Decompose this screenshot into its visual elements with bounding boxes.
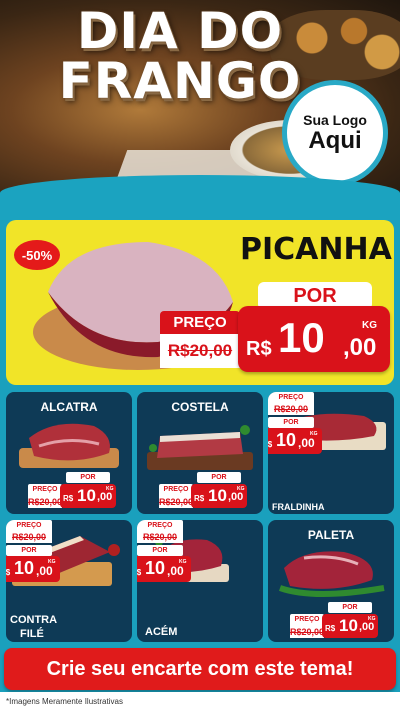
por-label: POR bbox=[328, 602, 372, 613]
price-dec: ,00 bbox=[298, 436, 315, 450]
paleta-image bbox=[279, 551, 385, 597]
price-dec: ,00 bbox=[97, 491, 113, 503]
currency: R$ bbox=[6, 568, 11, 577]
por-label: POR bbox=[6, 545, 52, 556]
logo-placeholder: Sua Logo Aqui bbox=[282, 80, 388, 186]
price-tag: R$ 10 ,00 KG bbox=[322, 614, 378, 638]
featured-preco-label: PREÇO bbox=[160, 311, 240, 335]
product-card-contra-file: PREÇO R$20,00 POR R$ 10 ,00 KG CONTRA FI… bbox=[6, 520, 132, 642]
product-card-alcatra: ALCATRA PREÇO R$20,00 POR R$ 10 ,00 KG bbox=[6, 392, 132, 514]
product-name-line1: CONTRA bbox=[10, 614, 58, 626]
price-int: 10 bbox=[208, 486, 227, 505]
product-card-fraldinha: PREÇO R$20,00 POR R$ 10 ,00 KG FRALDINHA bbox=[268, 392, 394, 514]
unit: KG bbox=[179, 559, 187, 565]
old-price: R$20,00 bbox=[159, 496, 194, 508]
price-int: 10 bbox=[339, 616, 358, 635]
featured-currency: R$ bbox=[246, 338, 272, 360]
por-label: POR bbox=[268, 417, 314, 428]
price-tag: R$ 10 ,00 KG bbox=[60, 484, 116, 508]
price-tag: R$ 10 ,00 KG bbox=[137, 556, 191, 582]
currency: R$ bbox=[63, 494, 74, 503]
product-name: FRALDINHA bbox=[272, 502, 325, 512]
unit: KG bbox=[310, 431, 318, 437]
old-price: R$20,00 bbox=[137, 531, 183, 543]
preco-label: PREÇO bbox=[28, 484, 62, 496]
preco-label: PREÇO bbox=[159, 484, 193, 496]
por-label: POR bbox=[197, 472, 241, 483]
unit: KG bbox=[237, 486, 245, 492]
old-price: R$20,00 bbox=[28, 496, 63, 508]
featured-product-name: PICANHA bbox=[240, 232, 392, 267]
price-int: 10 bbox=[77, 486, 96, 505]
por-label: POR bbox=[66, 472, 110, 483]
old-price: R$20,00 bbox=[6, 531, 52, 543]
preco-label: PREÇO bbox=[137, 520, 183, 531]
price-int: 10 bbox=[276, 430, 297, 450]
price-dec: ,00 bbox=[36, 564, 53, 578]
unit: KG bbox=[48, 559, 56, 565]
product-card-paleta: PALETA PREÇO R$20,00 POR R$ 10 ,00 KG bbox=[268, 520, 394, 642]
preco-label: PREÇO bbox=[6, 520, 52, 531]
price-tag: R$ 10 ,00 KG bbox=[6, 556, 60, 582]
product-name: ALCATRA bbox=[40, 400, 98, 414]
footer: *Imagens Meramente Ilustrativas bbox=[0, 692, 400, 712]
currency: R$ bbox=[194, 494, 205, 503]
currency: R$ bbox=[137, 568, 142, 577]
footer-note: *Imagens Meramente Ilustrativas bbox=[6, 697, 123, 706]
product-card-acem: PREÇO R$20,00 POR R$ 10 ,00 KG ACÉM bbox=[137, 520, 263, 642]
price-tag: R$ 10 ,00 KG bbox=[191, 484, 247, 508]
currency: R$ bbox=[268, 440, 273, 449]
product-name-line2: FILÉ bbox=[20, 628, 44, 640]
cta-banner[interactable]: Crie seu encarte com este tema! bbox=[4, 648, 396, 690]
price-dec: ,00 bbox=[167, 564, 184, 578]
product-name: ACÉM bbox=[145, 626, 178, 638]
logo-line1: Sua Logo bbox=[303, 112, 367, 128]
price-int: 10 bbox=[14, 558, 35, 578]
alcatra-image bbox=[19, 423, 119, 468]
product-name: COSTELA bbox=[171, 400, 229, 414]
featured-old-price: R$20,00 bbox=[160, 334, 240, 368]
price-dec: ,00 bbox=[228, 491, 244, 503]
old-price: R$20,00 bbox=[268, 403, 314, 415]
wave-divider bbox=[0, 175, 400, 220]
currency: R$ bbox=[325, 624, 336, 633]
preco-label: PREÇO bbox=[290, 614, 324, 626]
featured-price-tag: R$ 10 ,00 KG bbox=[238, 306, 390, 372]
unit: KG bbox=[368, 616, 376, 622]
product-name: PALETA bbox=[307, 528, 355, 542]
price-tag: R$ 10 ,00 KG bbox=[268, 428, 322, 454]
featured-unit: KG bbox=[362, 320, 377, 331]
featured-price-int: 10 bbox=[278, 314, 325, 361]
price-int: 10 bbox=[145, 558, 166, 578]
featured-price-dec: ,00 bbox=[343, 334, 377, 361]
por-label: POR bbox=[137, 545, 183, 556]
preco-label: PREÇO bbox=[268, 392, 314, 403]
old-price: R$20,00 bbox=[290, 626, 325, 638]
discount-badge: -50% bbox=[14, 240, 60, 270]
price-dec: ,00 bbox=[359, 621, 375, 633]
logo-line2: Aqui bbox=[308, 127, 362, 154]
costela-image bbox=[147, 425, 253, 470]
unit: KG bbox=[106, 486, 114, 492]
product-card-costela: COSTELA PREÇO R$20,00 POR R$ 10 ,00 KG bbox=[137, 392, 263, 514]
